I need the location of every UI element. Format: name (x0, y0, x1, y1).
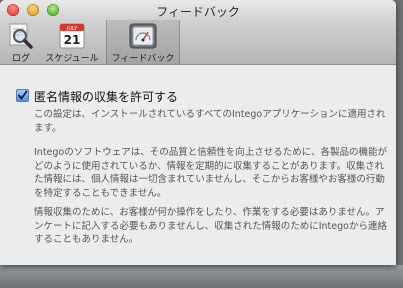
feedback-gauge-icon (129, 23, 157, 49)
title-bar: フィードバック (0, 0, 396, 20)
tab-log[interactable]: ログ (4, 20, 38, 64)
tab-schedule-label: スケジュール (45, 54, 99, 64)
tab-schedule[interactable]: JULY 21 スケジュール (40, 20, 104, 64)
toolbar: ログ JULY 21 スケジュール フィードバック (0, 20, 396, 65)
calendar-day: 21 (64, 33, 81, 47)
allow-anonymous-data-checkbox[interactable] (16, 89, 29, 102)
calendar-icon: JULY 21 (59, 23, 85, 49)
description-paragraph: この設定は、インストールされているすべてのIntegoアプリケーションに適用され… (34, 109, 386, 134)
checkmark-icon (18, 90, 28, 100)
magnifier-icon (9, 23, 33, 49)
description-paragraph: 情報収集のために、お客様が何か操作をしたり、作業をする必要はありません。アンケー… (34, 207, 387, 245)
description-paragraph: Integoのソフトウェアは、その品質と信頼性を向上させるために、各製品の機能が… (34, 147, 387, 199)
tab-log-label: ログ (11, 54, 30, 64)
tab-feedback[interactable]: フィードバック (106, 20, 180, 64)
tab-feedback-label: フィードバック (111, 54, 175, 64)
window-title: フィードバック (156, 5, 240, 19)
checkbox-label[interactable]: 匿名情報の収集を許可する (34, 88, 178, 105)
background-window-strip (0, 265, 403, 288)
calendar-month: JULY (66, 26, 78, 32)
